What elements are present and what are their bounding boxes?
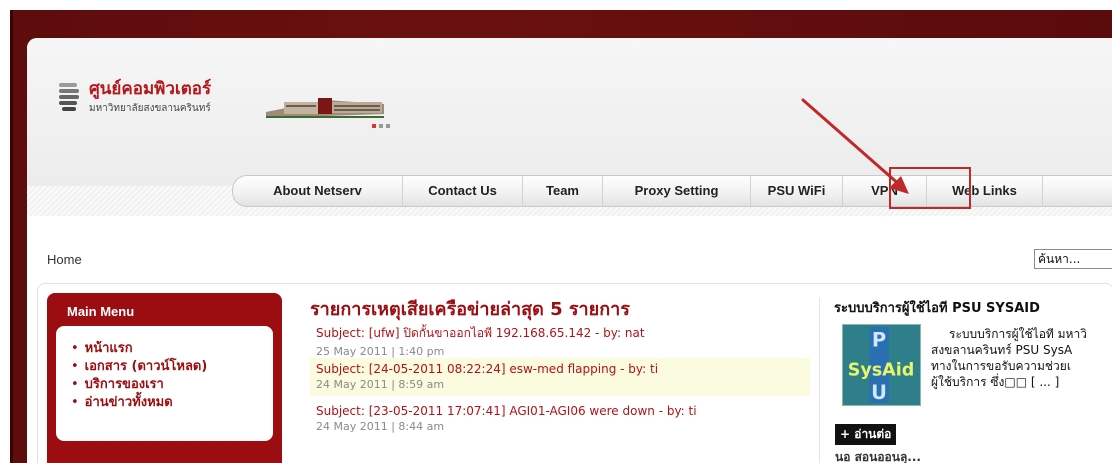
svg-text:U: U (871, 381, 887, 404)
frame-shadow (10, 10, 13, 463)
svg-text:P: P (872, 328, 886, 351)
news-subject-link[interactable]: Subject: [23-05-2011 17:07:41] AGI01-AGI… (316, 404, 804, 418)
dot-icon[interactable] (379, 124, 383, 128)
news-subject-link[interactable]: Subject: [ufw] ปิดกั้นขาออกไอพี 192.168.… (316, 324, 804, 343)
menu-item-services[interactable]: บริการของเรา (71, 376, 207, 394)
site-page: ศูนย์คอมพิวเตอร์ มหาวิทยาลัยสงขลานครินทร… (27, 38, 1112, 463)
main-menu-list: หน้าแรก เอกสาร (ดาวน์โหลด) บริการของเรา … (71, 340, 208, 412)
sysaid-title: ระบบบริการผู้ใช้ไอที PSU SYSAID (834, 301, 1040, 316)
pointer-arrow-icon (801, 98, 909, 194)
news-date: 25 May 2011 | 1:40 pm (316, 345, 445, 358)
menu-item-home[interactable]: หน้าแรก (71, 340, 207, 358)
sysaid-line: ระบบบริการผู้ใช้ไอที มหาวิ (949, 327, 1087, 341)
dot-icon[interactable] (386, 124, 390, 128)
sysaid-line: ทางในการขอรับความช่วยเ (931, 359, 1071, 373)
nav-proxy-setting[interactable]: Proxy Setting (603, 176, 751, 206)
building-image (266, 98, 384, 118)
nav-about-netserv[interactable]: About Netserv (233, 176, 403, 206)
logo-mark-icon (59, 81, 81, 115)
top-nav: About Netserv Contact Us Team Proxy Sett… (232, 175, 1112, 207)
menu-item-documents[interactable]: เอกสาร (ดาวน์โหลด) (71, 358, 208, 376)
news-item: Subject: [24-05-2011 08:22:24] esw-med f… (310, 358, 810, 396)
sysaid-logo-icon[interactable]: P U SysAid (842, 324, 921, 406)
logo-text: ศูนย์คอมพิวเตอร์ มหาวิทยาลัยสงขลานครินทร… (89, 80, 211, 116)
breadcrumb[interactable]: Home (47, 252, 82, 267)
nav-team[interactable]: Team (523, 176, 603, 206)
site-logo[interactable]: ศูนย์คอมพิวเตอร์ มหาวิทยาลัยสงขลานครินทร… (59, 80, 211, 116)
sysaid-line: สงขลานครินทร์ PSU SysA (931, 343, 1073, 357)
slider-dots (372, 124, 390, 128)
outer-top-strip (0, 0, 1112, 10)
nav-contact-us[interactable]: Contact Us (403, 176, 523, 206)
news-item: Subject: [23-05-2011 17:07:41] AGI01-AGI… (310, 400, 810, 437)
main-menu-panel: หน้าแรก เอกสาร (ดาวน์โหลด) บริการของเรา … (56, 326, 273, 441)
news-item: Subject: [ufw] ปิดกั้นขาออกไอพี 192.168.… (310, 320, 810, 362)
svg-text:SysAid: SysAid (848, 361, 915, 381)
news-date: 24 May 2011 | 8:44 am (316, 420, 445, 433)
menu-item-all-news[interactable]: อ่านข่าวทั้งหมด (71, 394, 207, 412)
logo-title: ศูนย์คอมพิวเตอร์ (89, 79, 212, 99)
news-title: รายการเหตุเสียเครือข่ายล่าสุด 5 รายการ (310, 299, 630, 320)
sysaid-line: ผู้ใช้บริการ ซึ่ง□□ [ ... ] (931, 375, 1060, 389)
next-section-title: นอ สอนออนลุ... (835, 450, 921, 463)
sidebar-divider (819, 298, 820, 463)
news-date: 24 May 2011 | 8:59 am (316, 378, 445, 391)
read-more-button[interactable]: + อ่านต่อ (835, 424, 897, 445)
news-subject-link[interactable]: Subject: [24-05-2011 08:22:24] esw-med f… (316, 362, 804, 376)
search-input[interactable]: ค้นหา... (1034, 249, 1112, 269)
dot-icon[interactable] (372, 124, 376, 128)
logo-subtitle: มหาวิทยาลัยสงขลานครินทร์ (89, 103, 211, 114)
main-menu: Main Menu หน้าแรก เอกสาร (ดาวน์โหลด) บริ… (47, 293, 282, 463)
sysaid-description: ระบบบริการผู้ใช้ไอที มหาวิ สงขลานครินทร์… (931, 326, 1112, 390)
main-menu-title: Main Menu (67, 304, 135, 319)
